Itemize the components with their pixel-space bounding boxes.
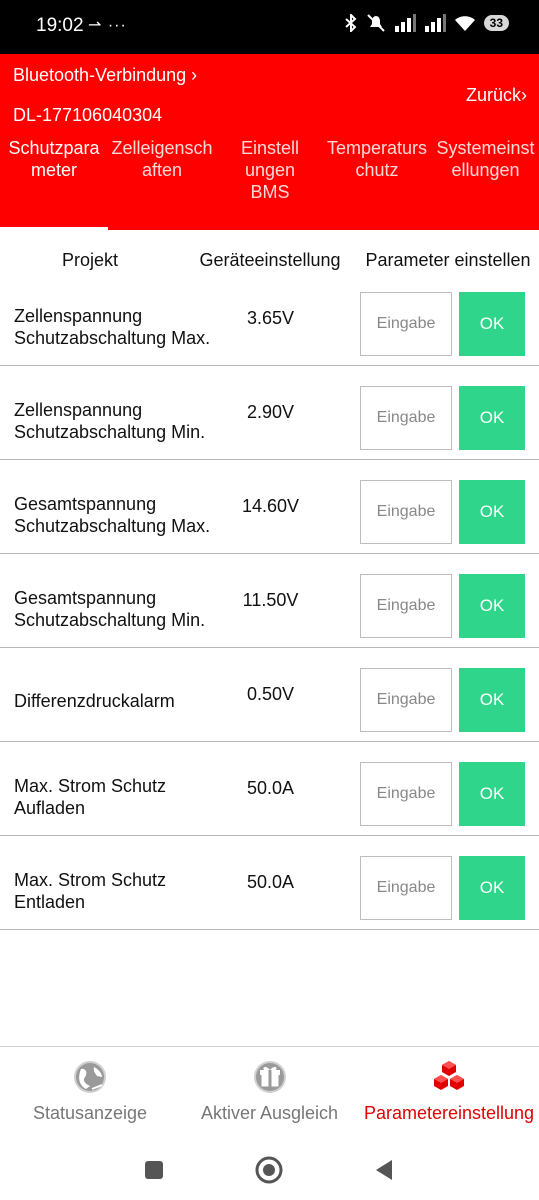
column-header-set-parameter: Parameter einstellen xyxy=(365,250,531,270)
status-time: 19:02 xyxy=(36,15,84,36)
row-value: 2.90V xyxy=(246,402,295,422)
row-label-line: Differenzdruckalarm xyxy=(14,691,175,711)
ok-button[interactable]: OK xyxy=(459,386,525,450)
nav-label: Aktiver Ausgleich xyxy=(200,1103,339,1123)
row-label-line: Zellenspannung xyxy=(14,400,143,420)
parameter-input[interactable]: Eingabe xyxy=(360,762,452,826)
table-row: Differenzdruckalarm 0.50V Eingabe OK xyxy=(0,648,539,742)
tab-einstellungen-bms[interactable]: Einstell ungen BMS xyxy=(226,137,314,203)
recents-icon[interactable] xyxy=(138,1154,170,1186)
back-link[interactable]: Zurück› xyxy=(466,85,527,106)
ok-button[interactable]: OK xyxy=(459,856,525,920)
mute-icon xyxy=(366,14,385,32)
tab-label-line: Systemeinst xyxy=(436,138,535,158)
tab-label-line: BMS xyxy=(250,182,290,202)
row-label: Gesamtspannung Schutzabschaltung Max. xyxy=(14,493,210,537)
row-label: Max. Strom Schutz Entladen xyxy=(14,869,166,913)
row-value: 14.60V xyxy=(241,496,300,516)
system-nav-bar xyxy=(0,1140,539,1200)
table-row: Zellenspannung Schutzabschaltung Max. 3.… xyxy=(0,272,539,366)
row-label-line: Max. Strom Schutz xyxy=(14,870,167,890)
row-label: Zellenspannung Schutzabschaltung Min. xyxy=(14,399,205,443)
row-value: 3.65V xyxy=(246,308,295,328)
parameter-input[interactable]: Eingabe xyxy=(360,480,452,544)
row-value: 0.50V xyxy=(246,684,295,704)
tab-label-line: Temperaturs xyxy=(326,138,428,158)
row-value: 50.0A xyxy=(246,778,295,798)
signal-icon-1 xyxy=(394,14,416,32)
parameter-input[interactable]: Eingabe xyxy=(360,856,452,920)
tab-label-line: chutz xyxy=(355,160,399,180)
row-label-line: Schutzabschaltung Min. xyxy=(14,610,206,630)
nav-parametereinstellung[interactable]: Parametereinstellung xyxy=(359,1047,539,1141)
table-row: Zellenspannung Schutzabschaltung Min. 2.… xyxy=(0,366,539,460)
ok-button[interactable]: OK xyxy=(459,574,525,638)
status-right: 33 xyxy=(344,14,509,32)
table-row: Gesamtspannung Schutzabschaltung Min. 11… xyxy=(0,554,539,648)
bottom-nav: Statusanzeige Aktiver Ausgleich Paramete… xyxy=(0,1046,539,1141)
tab-label-line: Einstell xyxy=(240,138,300,158)
tab-label-line: ellungen xyxy=(451,160,520,180)
battery-indicator: 33 xyxy=(483,15,509,31)
column-header-device-setting: Geräteeinstellung xyxy=(199,250,341,270)
row-label-line: Gesamtspannung xyxy=(14,588,157,608)
row-label: Zellenspannung Schutzabschaltung Max. xyxy=(14,305,210,349)
tab-label-line: Schutzpara xyxy=(8,138,100,158)
tab-label-line: ungen xyxy=(244,160,296,180)
bluetooth-connection-link[interactable]: Bluetooth-Verbindung › xyxy=(13,65,197,86)
active-tab-indicator xyxy=(0,227,108,230)
back-icon[interactable] xyxy=(368,1154,400,1186)
parameter-input[interactable]: Eingabe xyxy=(360,386,452,450)
row-label-line: Schutzabschaltung Max. xyxy=(14,516,211,536)
row-label-line: Aufladen xyxy=(14,798,86,818)
ok-button[interactable]: OK xyxy=(459,668,525,732)
column-header-project: Projekt xyxy=(61,250,119,270)
tab-systemeinstellungen[interactable]: Systemeinst ellungen xyxy=(432,137,539,181)
nav-aktiver-ausgleich[interactable]: Aktiver Ausgleich xyxy=(180,1047,359,1141)
table-row: Gesamtspannung Schutzabschaltung Max. 14… xyxy=(0,460,539,554)
app-header: Bluetooth-Verbindung › DL-177106040304 Z… xyxy=(0,54,539,230)
row-label: Differenzdruckalarm xyxy=(14,690,175,712)
parameter-input[interactable]: Eingabe xyxy=(360,292,452,356)
row-label-line: Schutzabschaltung Max. xyxy=(14,328,211,348)
parameter-input[interactable]: Eingabe xyxy=(360,668,452,732)
row-label: Max. Strom Schutz Aufladen xyxy=(14,775,166,819)
ok-button[interactable]: OK xyxy=(459,480,525,544)
tab-temperaturschutz[interactable]: Temperaturs chutz xyxy=(322,137,432,181)
signal-icon-2 xyxy=(424,14,446,32)
tab-bar: Schutzpara meter Zelleigensch aften Eins… xyxy=(0,134,539,230)
row-value: 11.50V xyxy=(242,590,299,610)
row-value: 50.0A xyxy=(246,872,295,892)
nav-label: Parametereinstellung xyxy=(363,1103,535,1123)
tab-schutzparameter[interactable]: Schutzpara meter xyxy=(4,137,104,181)
row-label-line: Schutzabschaltung Min. xyxy=(14,422,206,442)
row-label-line: Gesamtspannung xyxy=(14,494,157,514)
status-bar: 19:02 ⇀ ··· 33 xyxy=(0,0,539,54)
device-id: DL-177106040304 xyxy=(13,105,163,125)
home-icon[interactable] xyxy=(253,1154,285,1186)
row-label-line: Max. Strom Schutz xyxy=(14,776,167,796)
status-notification-icons: ⇀ ··· xyxy=(88,17,127,34)
ok-button[interactable]: OK xyxy=(459,292,525,356)
globe-icon xyxy=(74,1061,106,1093)
cubes-icon xyxy=(434,1061,464,1090)
tab-label-line: meter xyxy=(30,160,77,180)
tab-label-line: Zelleigensch xyxy=(111,138,213,158)
wifi-icon xyxy=(454,16,475,31)
nav-statusanzeige[interactable]: Statusanzeige xyxy=(0,1047,180,1141)
bluetooth-icon xyxy=(344,14,357,32)
table-row: Max. Strom Schutz Aufladen 50.0A Eingabe… xyxy=(0,742,539,836)
row-label-line: Entladen xyxy=(14,892,86,912)
parameter-input[interactable]: Eingabe xyxy=(360,574,452,638)
gift-icon xyxy=(253,1061,286,1093)
tab-label-line: aften xyxy=(141,160,183,180)
tab-zelleigenschaften[interactable]: Zelleigensch aften xyxy=(108,137,216,181)
ok-button[interactable]: OK xyxy=(459,762,525,826)
row-label: Gesamtspannung Schutzabschaltung Min. xyxy=(14,587,205,631)
nav-label: Statusanzeige xyxy=(32,1103,148,1123)
table-row: Max. Strom Schutz Entladen 50.0A Eingabe… xyxy=(0,836,539,930)
row-label-line: Zellenspannung xyxy=(14,306,143,326)
